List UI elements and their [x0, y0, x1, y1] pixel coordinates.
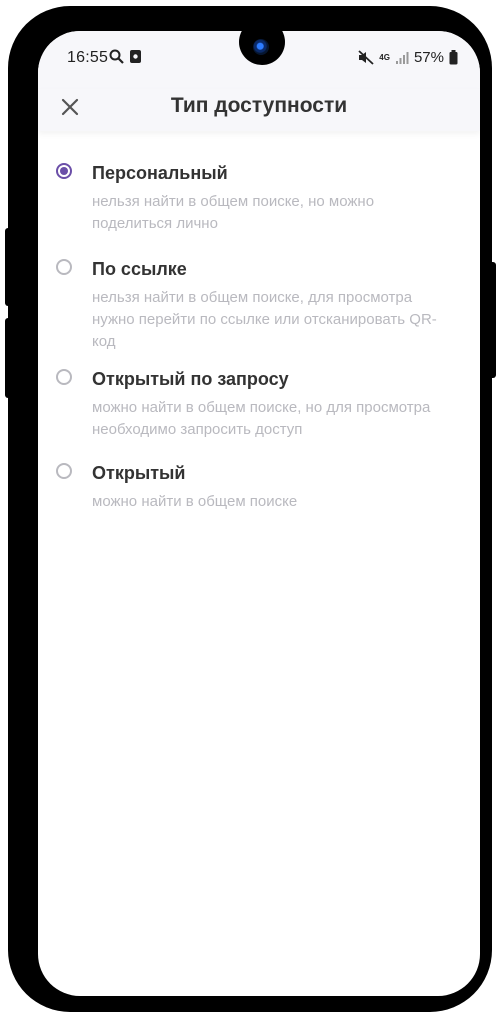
radio-button-selected[interactable] [56, 163, 72, 179]
search-icon [109, 49, 124, 64]
status-left-icons [109, 49, 142, 64]
option-description: можно найти в общем поиске, но для просм… [92, 399, 431, 438]
option-title: Персональный [92, 163, 228, 183]
battery-icon [449, 50, 458, 65]
page-title: Тип доступности [170, 94, 348, 117]
option-by-link[interactable]: По ссылке нельзя найти в общем поиске, д… [38, 257, 480, 353]
camera-lens [253, 39, 269, 55]
status-right-icons: 4G 57% [358, 49, 458, 66]
phone-frame: 16:55 4G 57% Тип доступности Персональны… [8, 6, 492, 1012]
notification-icon [130, 50, 141, 63]
mute-icon [358, 50, 374, 65]
access-type-list: Персональный нельзя найти в общем поиске… [38, 161, 480, 527]
battery-percent: 57% [413, 49, 444, 66]
option-description: нельзя найти в общем поиске, для просмот… [92, 289, 437, 350]
radio-button[interactable] [56, 369, 72, 385]
status-time: 16:55 [67, 49, 109, 66]
option-title: Открытый [92, 463, 186, 483]
option-description: можно найти в общем поиске [92, 493, 298, 510]
radio-button[interactable] [56, 259, 72, 275]
screen: 16:55 4G 57% Тип доступности Персональны… [38, 31, 480, 996]
signal-icon [395, 51, 409, 64]
option-title: Открытый по запросу [92, 369, 289, 389]
option-open[interactable]: Открытый можно найти в общем поиске [38, 461, 480, 513]
option-description: нельзя найти в общем поиске, но можно по… [92, 193, 375, 232]
network-type-badge: 4G [379, 52, 390, 62]
option-title: По ссылке [92, 259, 187, 279]
top-app-bar: Тип доступности [38, 89, 480, 131]
option-open-on-request[interactable]: Открытый по запросу можно найти в общем … [38, 367, 480, 441]
option-personal[interactable]: Персональный нельзя найти в общем поиске… [38, 161, 480, 235]
radio-button[interactable] [56, 463, 72, 479]
